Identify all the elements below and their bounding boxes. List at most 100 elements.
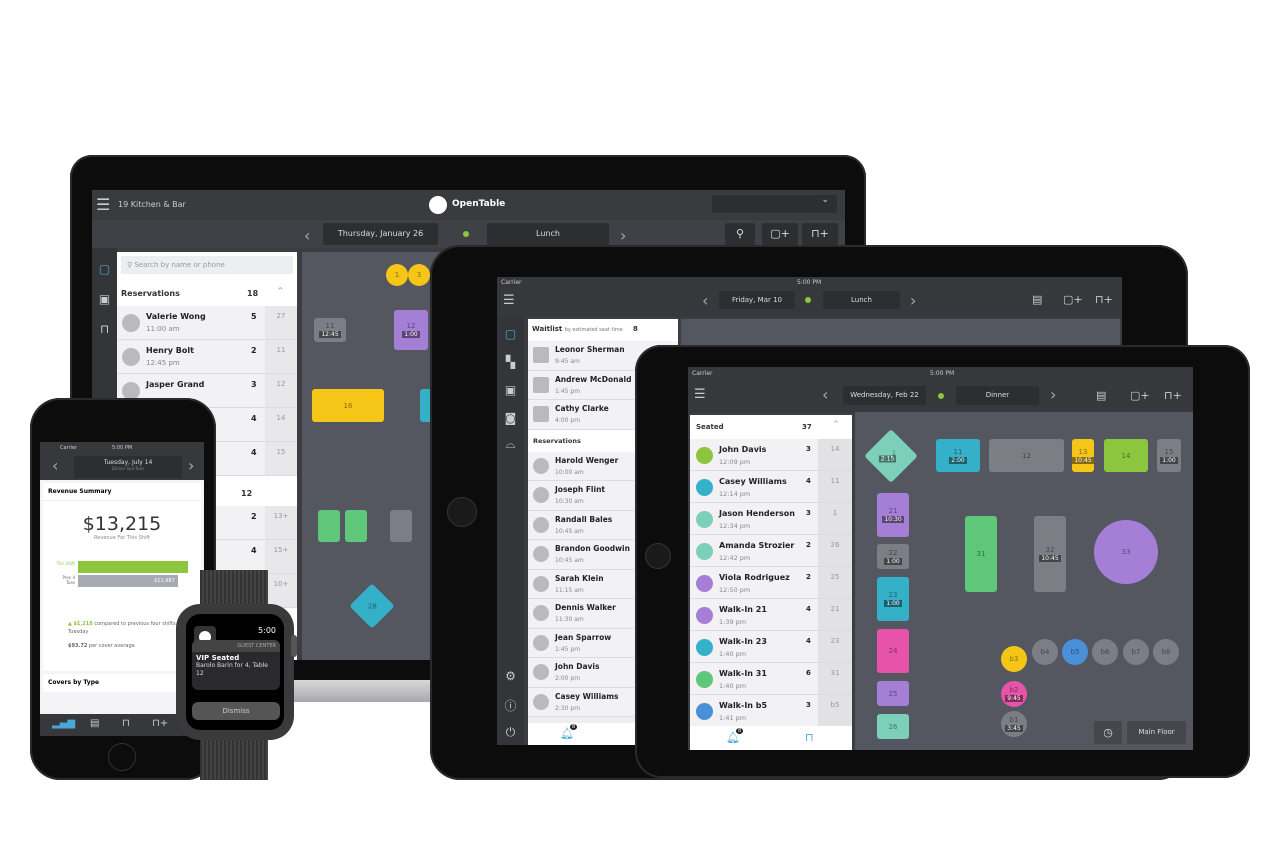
floor-table[interactable]: 26 [877, 714, 909, 739]
floor-table[interactable]: b6 [1092, 639, 1118, 665]
section-header[interactable]: Reservations 18 ^ [117, 280, 297, 306]
collapse-icon[interactable]: ^ [833, 420, 839, 428]
floor-table[interactable]: 1 [386, 264, 408, 286]
floor-table[interactable] [345, 510, 367, 542]
location-dropdown[interactable]: ⌄ [712, 195, 837, 213]
reservation-row[interactable]: Henry Bolt 12:45 pm 2 11 [117, 340, 297, 374]
reports-icon[interactable]: ▣ [92, 292, 117, 306]
shift-selector[interactable]: Lunch [487, 223, 609, 245]
seated-row[interactable]: Amanda Strozier 12:42 pm 2 26 [690, 535, 852, 567]
gear-icon[interactable]: ⚙ [497, 669, 524, 683]
seated-row[interactable]: Jason Henderson 12:34 pm 3 1 [690, 503, 852, 535]
floor-table[interactable]: b3 [1001, 646, 1027, 672]
floor-table[interactable]: b5 [1062, 639, 1088, 665]
floor-table[interactable]: 28 [349, 583, 395, 629]
date-selector[interactable]: Tuesday, July 14 Dinner Sun-Tues [74, 456, 182, 478]
seated-row[interactable]: John Davis 12:09 pm 3 14 [690, 439, 852, 471]
floor-table[interactable]: b1 3:45 [1001, 711, 1027, 737]
book-add-icon[interactable]: ⊓+ [1164, 389, 1182, 402]
prev-date-arrow-icon[interactable]: ‹ [822, 385, 828, 404]
power-icon[interactable]: ⏻ [497, 725, 524, 740]
floor-selector[interactable]: Main Floor [1127, 721, 1186, 744]
home-button[interactable] [447, 497, 477, 527]
reports-icon[interactable]: ▣ [497, 383, 524, 397]
seated-row[interactable]: Walk-In b5 1:41 pm 3 b5 [690, 695, 852, 727]
shift-selector[interactable]: Lunch [823, 291, 900, 309]
floor-table[interactable]: b2 9:45 [1001, 681, 1027, 707]
book-add-tab-icon[interactable]: ⊓+ [152, 718, 168, 729]
tables-icon[interactable]: ▚ [497, 355, 524, 369]
hamburger-menu-icon[interactable]: ☰ [503, 293, 515, 308]
floor-table[interactable]: b7 [1123, 639, 1149, 665]
search-input[interactable]: ⚲ Search by name or phone [121, 256, 293, 274]
collapse-icon[interactable]: ^ [277, 286, 284, 295]
floor-table[interactable]: 21 10:30 [877, 493, 909, 537]
hamburger-menu-icon[interactable]: ☰ [694, 387, 706, 402]
floor-table[interactable]: 24 [877, 629, 909, 673]
floor-table[interactable]: 25 [877, 681, 909, 706]
book-icon[interactable]: ⊓ [92, 322, 117, 336]
floor-table[interactable]: 33 [1094, 520, 1158, 584]
info-icon[interactable]: ⓘ [497, 697, 524, 714]
floor-table[interactable]: 12 [989, 439, 1064, 472]
floor-table[interactable] [318, 510, 340, 542]
floor-table[interactable]: 3 [408, 264, 430, 286]
service-bell-icon[interactable]: ⌓ [497, 437, 524, 452]
seated-row[interactable]: Walk-In 21 1:39 pm 4 21 [690, 599, 852, 631]
floor-plan-icon[interactable]: ▢ [92, 262, 117, 276]
home-button[interactable] [645, 543, 671, 569]
floor-plan-icon[interactable]: ▢ [497, 327, 524, 341]
book-add-icon[interactable]: ⊓+ [1095, 293, 1113, 306]
seated-row[interactable]: Walk-In 31 1:40 pm 6 31 [690, 663, 852, 695]
floor-table[interactable]: 14 [1104, 439, 1148, 472]
reservation-row[interactable]: Valerie Wong 11:00 am 5 27 [117, 306, 297, 340]
next-date-arrow-icon[interactable]: › [1050, 385, 1056, 404]
watch-crown[interactable] [291, 635, 297, 657]
seated-row[interactable]: Viola Rodriguez 12:50 pm 2 25 [690, 567, 852, 599]
prev-date-arrow-icon[interactable]: ‹ [52, 456, 58, 475]
book-icon[interactable]: ⊓ [805, 731, 814, 744]
waitlist-icon[interactable]: ▤ [1096, 389, 1106, 402]
floor-table[interactable]: 12 1:00 [394, 310, 428, 350]
home-button[interactable] [108, 743, 136, 771]
table-add-icon[interactable]: ▢+ [1063, 293, 1083, 306]
date-selector[interactable]: Thursday, January 26 [323, 223, 438, 245]
floor-table[interactable]: b4 [1032, 639, 1058, 665]
floor-table[interactable]: 16 [312, 389, 384, 422]
floor-table[interactable]: 11 2:00 [936, 439, 980, 472]
waitlist-header[interactable]: Waitlist by estimated seat time 8 [528, 319, 678, 341]
add-reservation-button[interactable]: ⊓+ [802, 223, 838, 245]
settings-panel-icon[interactable]: ◙ [497, 411, 524, 425]
seated-header[interactable]: Seated 37 ^ [690, 415, 852, 439]
waitlist-icon[interactable]: ▤ [1032, 293, 1042, 306]
floor-table[interactable]: 31 [965, 516, 997, 592]
floor-table[interactable]: 13 10:45 [1072, 439, 1094, 472]
dismiss-button[interactable]: Dismiss [192, 702, 280, 720]
chart-tab-icon[interactable]: ▂▄▆ [52, 718, 75, 729]
floor-table[interactable] [390, 510, 412, 542]
floor-table[interactable]: 15 1:00 [1157, 439, 1181, 472]
clock-button[interactable]: ◷ [1094, 721, 1122, 744]
date-selector[interactable]: Wednesday, Feb 22 [843, 386, 926, 405]
prev-date-arrow-icon[interactable]: ‹ [702, 291, 708, 310]
next-date-arrow-icon[interactable]: › [620, 226, 626, 245]
prev-date-arrow-icon[interactable]: ‹ [304, 226, 310, 245]
next-date-arrow-icon[interactable]: › [188, 456, 194, 475]
table-add-icon[interactable]: ▢+ [1130, 389, 1150, 402]
book-tab-icon[interactable]: ⊓ [122, 718, 130, 729]
floor-table[interactable]: b8 [1153, 639, 1179, 665]
floor-table[interactable]: 11 12:45 [314, 318, 346, 342]
floor-table[interactable]: 1 2:15 [864, 429, 918, 483]
list-tab-icon[interactable]: ▤ [90, 718, 99, 729]
seated-row[interactable]: Walk-In 23 1:40 pm 4 23 [690, 631, 852, 663]
search-button[interactable]: ⚲ [725, 223, 755, 245]
add-table-button[interactable]: ▢+ [762, 223, 798, 245]
floor-table[interactable]: 22 1:00 [877, 544, 909, 569]
floor-table[interactable]: 23 1:00 [877, 577, 909, 621]
shift-selector[interactable]: Dinner [956, 386, 1039, 405]
hamburger-menu-icon[interactable]: ☰ [96, 195, 110, 214]
seated-row[interactable]: Casey Williams 12:14 pm 4 11 [690, 471, 852, 503]
date-selector[interactable]: Friday, Mar 10 [719, 291, 795, 309]
floor-table[interactable]: 32 10:45 [1034, 516, 1066, 592]
next-date-arrow-icon[interactable]: › [910, 291, 916, 310]
